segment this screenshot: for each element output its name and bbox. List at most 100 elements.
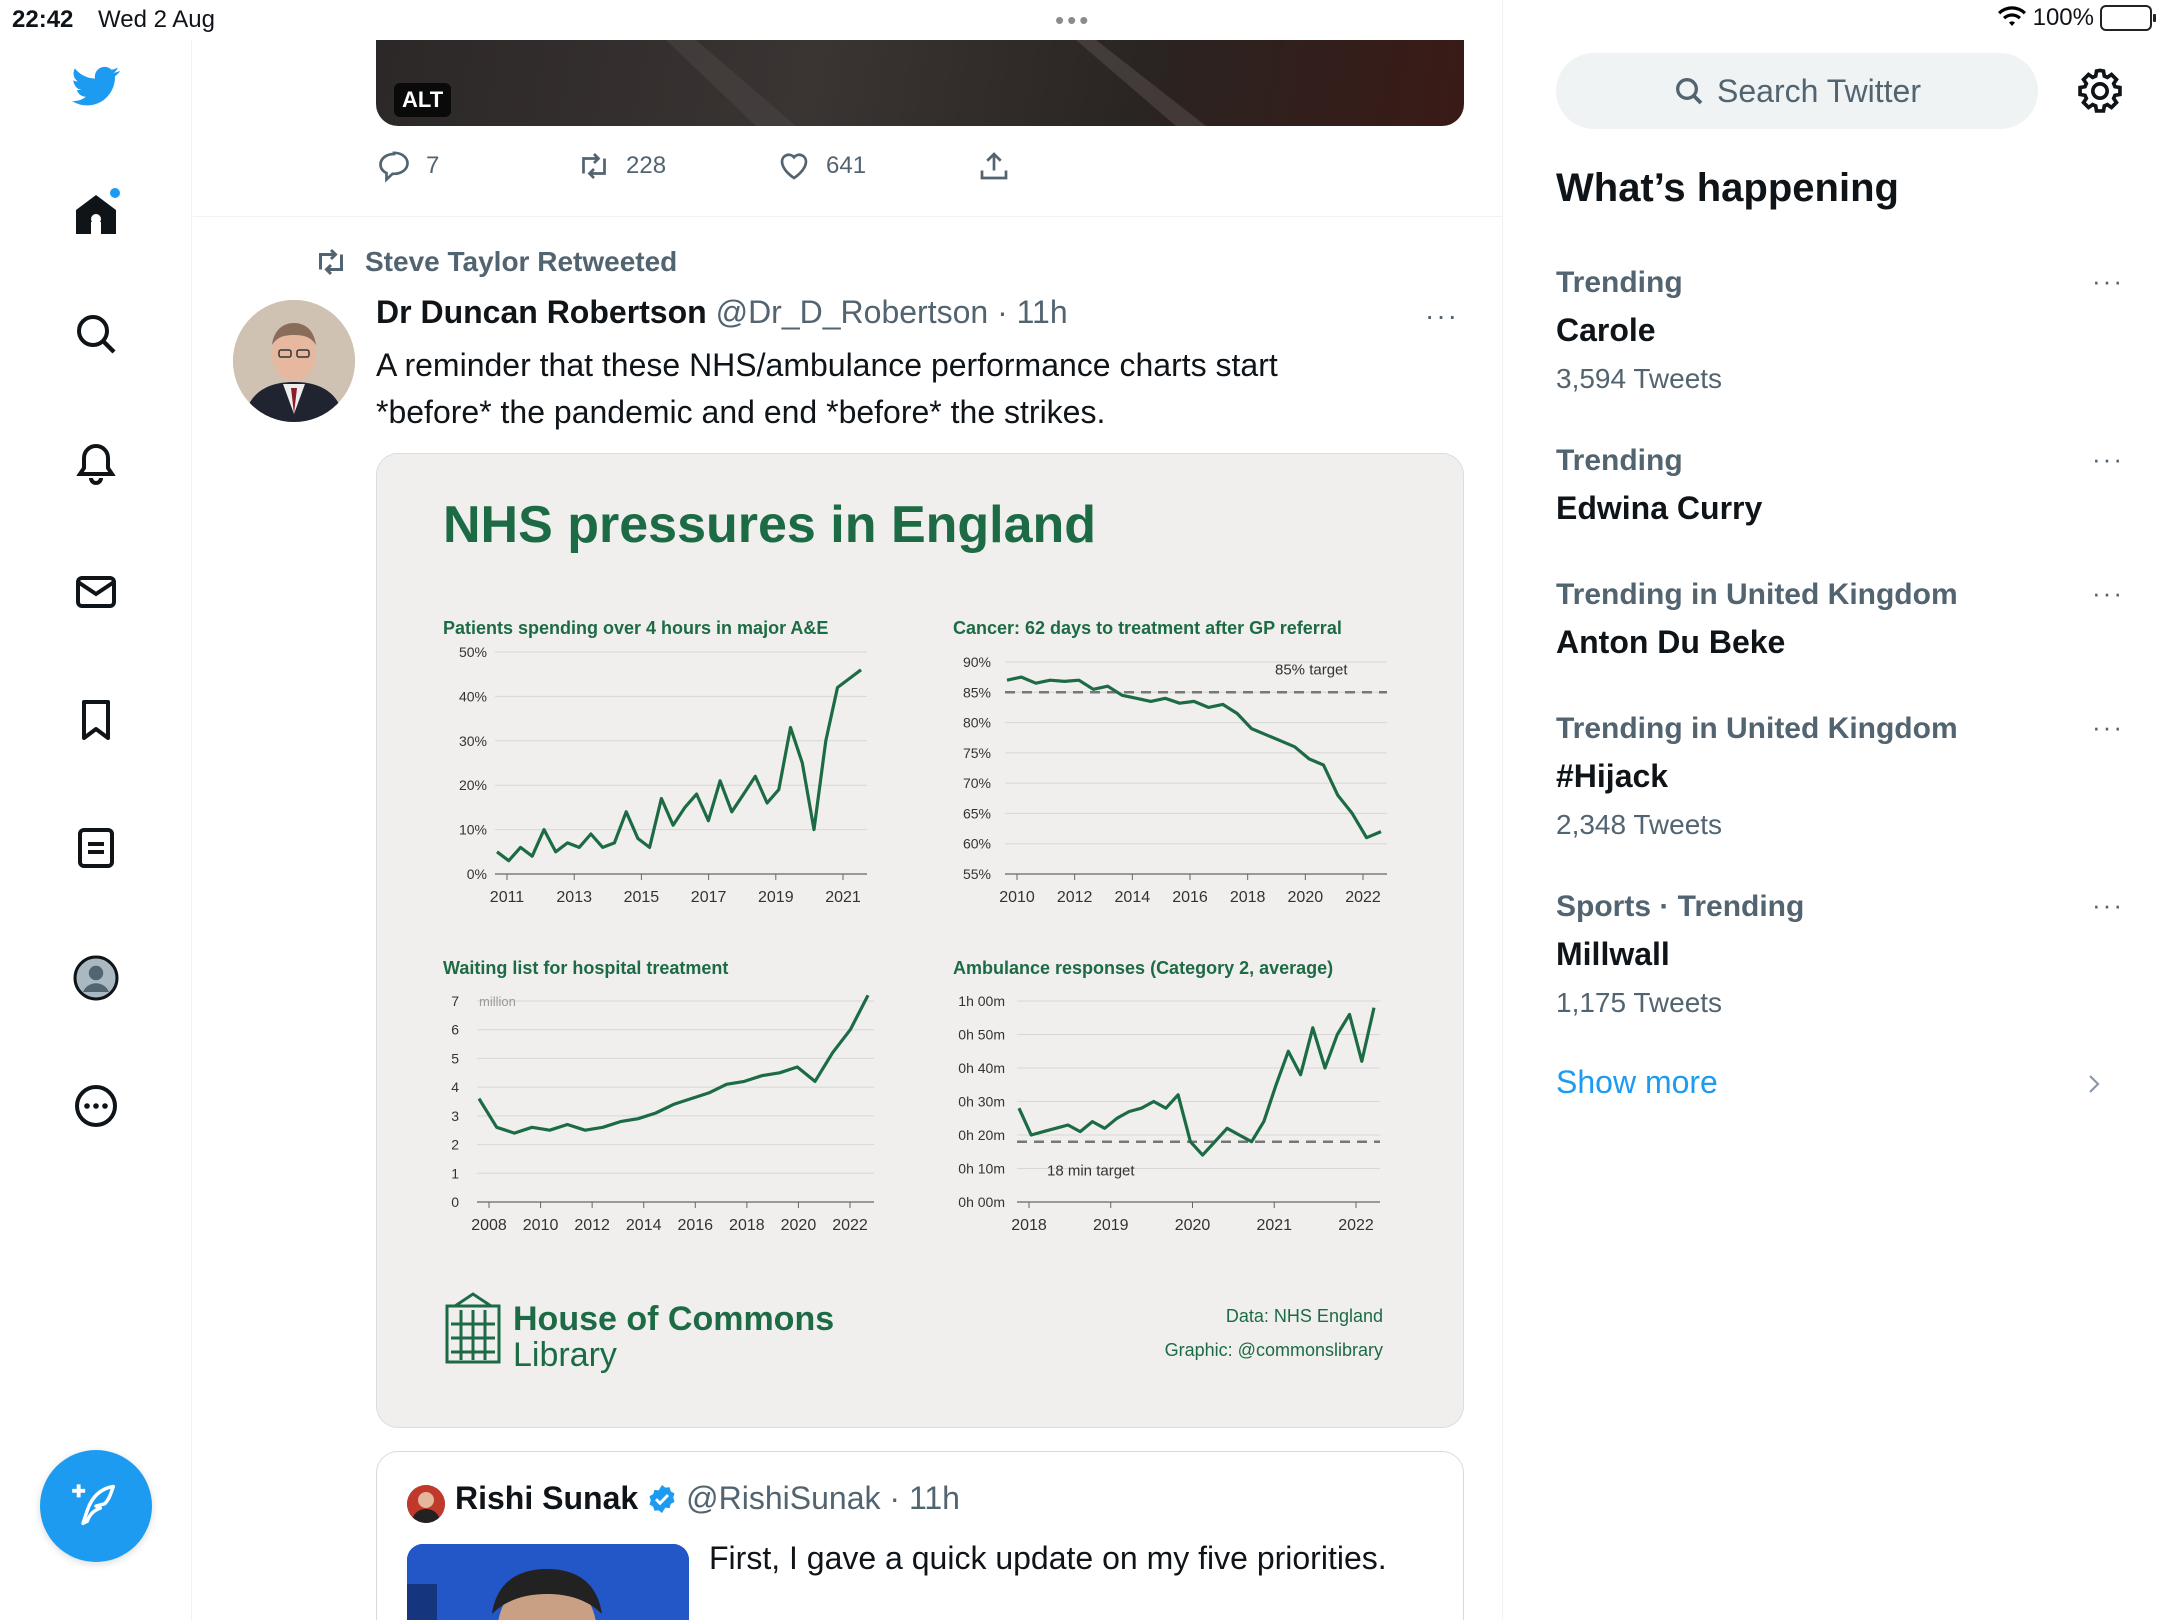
series-line bbox=[1017, 1007, 1376, 1157]
quoted-author-name[interactable]: Rishi Sunak bbox=[455, 1480, 638, 1517]
retweet-icon bbox=[582, 153, 606, 179]
y-tick-label: 30% bbox=[459, 733, 487, 749]
tweet-divider bbox=[193, 216, 1502, 217]
x-tick-label: 2016 bbox=[1172, 889, 1208, 906]
quoted-author-avatar[interactable] bbox=[407, 1485, 445, 1523]
quoted-header: Rishi Sunak @RishiSunak · 11h bbox=[455, 1480, 960, 1517]
x-tick-label: 2010 bbox=[999, 889, 1035, 906]
x-tick-label: 2018 bbox=[729, 1217, 765, 1234]
trend-category: Trending in United Kingdom bbox=[1556, 578, 1958, 611]
alt-badge[interactable]: ALT bbox=[394, 83, 452, 117]
x-tick-label: 2020 bbox=[781, 1217, 817, 1234]
tweet-text: A reminder that these NHS/ambulance perf… bbox=[376, 347, 1278, 430]
share-button[interactable] bbox=[976, 148, 1012, 184]
quoted-handle-time[interactable]: @RishiSunak · 11h bbox=[686, 1480, 960, 1517]
author-name[interactable]: Dr Duncan Robertson bbox=[376, 294, 707, 330]
previous-tweet-actions: 7 228 641 bbox=[376, 148, 1376, 188]
home-icon[interactable] bbox=[70, 188, 122, 240]
y-tick-label: 90% bbox=[963, 654, 991, 670]
profile-avatar-icon[interactable] bbox=[70, 952, 122, 1004]
y-tick-label: 0% bbox=[467, 866, 487, 882]
trend-item[interactable]: Trending in United Kingdom #Hijack 2,348… bbox=[1556, 712, 2122, 841]
trend-category: Sports · Trending bbox=[1556, 890, 1805, 923]
y-tick-label: 65% bbox=[963, 805, 991, 821]
x-tick-label: 2013 bbox=[556, 889, 592, 906]
y-tick-label: 0h 30m bbox=[958, 1094, 1005, 1110]
right-sidebar: Search Twitter What’s happening Trending… bbox=[1504, 40, 2160, 1620]
search-icon bbox=[1676, 78, 1703, 105]
left-nav bbox=[0, 40, 192, 1620]
x-tick-label: 2022 bbox=[1338, 1217, 1374, 1234]
trend-more-icon[interactable]: ··· bbox=[2092, 266, 2124, 297]
like-button[interactable]: 641 bbox=[776, 148, 866, 184]
y-tick-label: 50% bbox=[459, 644, 487, 660]
more-options-icon[interactable] bbox=[70, 1080, 122, 1132]
lists-icon[interactable] bbox=[70, 822, 122, 874]
whats-happening-heading: What’s happening bbox=[1556, 166, 1899, 210]
trend-name: Carole bbox=[1556, 312, 1656, 348]
timeline[interactable]: ALT 7 228 641 Steve Taylor Retweeted Dr … bbox=[193, 0, 1503, 1620]
explore-search-icon[interactable] bbox=[70, 308, 122, 360]
y-tick-label: 0h 00m bbox=[958, 1194, 1005, 1210]
trend-more-icon[interactable]: ··· bbox=[2092, 578, 2124, 609]
trend-count: 2,348 Tweets bbox=[1556, 809, 1723, 840]
x-tick-label: 2022 bbox=[832, 1217, 868, 1234]
y-tick-label: 0h 50m bbox=[958, 1027, 1005, 1043]
trend-count: 1,175 Tweets bbox=[1556, 987, 1723, 1018]
bookmarks-icon[interactable] bbox=[70, 694, 122, 746]
x-tick-label: 2019 bbox=[1093, 1217, 1129, 1234]
graphic-credit: Graphic: @commonslibrary bbox=[1165, 1340, 1383, 1360]
y-tick-label: 70% bbox=[963, 775, 991, 791]
x-tick-label: 2022 bbox=[1345, 889, 1381, 906]
retweeted-by[interactable]: Steve Taylor Retweeted bbox=[313, 244, 677, 280]
x-tick-label: 2012 bbox=[574, 1217, 610, 1234]
retweeted-by-label: Steve Taylor Retweeted bbox=[365, 246, 678, 277]
settings-gear-icon[interactable] bbox=[2074, 65, 2126, 117]
x-tick-label: 2019 bbox=[758, 889, 794, 906]
search-placeholder: Search Twitter bbox=[1717, 72, 1921, 109]
x-tick-label: 2016 bbox=[677, 1217, 713, 1234]
panel-title: Cancer: 62 days to treatment after GP re… bbox=[953, 618, 1342, 638]
trend-name: Millwall bbox=[1556, 936, 1670, 972]
twitter-logo-icon[interactable] bbox=[70, 60, 122, 112]
y-tick-label: 0h 10m bbox=[958, 1161, 1005, 1177]
quoted-tweet[interactable]: Rishi Sunak @RishiSunak · 11h First, I g… bbox=[376, 1451, 1464, 1620]
x-tick-label: 2021 bbox=[1256, 1217, 1292, 1234]
x-tick-label: 2012 bbox=[1057, 889, 1093, 906]
y-tick-label: 2 bbox=[451, 1137, 459, 1153]
trend-item[interactable]: Sports · Trending Millwall 1,175 Tweets … bbox=[1556, 890, 2122, 1019]
tweet-more-icon[interactable]: ··· bbox=[1425, 300, 1459, 332]
y-tick-label: 10% bbox=[459, 822, 487, 838]
trend-more-icon[interactable]: ··· bbox=[2092, 712, 2124, 743]
share-icon bbox=[980, 152, 1008, 180]
reply-icon bbox=[379, 151, 409, 183]
heart-icon bbox=[780, 153, 808, 180]
show-more-link[interactable]: Show more bbox=[1556, 1064, 1718, 1101]
y-tick-label: 75% bbox=[963, 745, 991, 761]
compose-tweet-button[interactable] bbox=[40, 1450, 152, 1562]
previous-tweet-media[interactable]: ALT bbox=[376, 40, 1464, 126]
messages-envelope-icon[interactable] bbox=[70, 566, 122, 618]
retweet-button[interactable]: 228 bbox=[576, 148, 666, 184]
trend-more-icon[interactable]: ··· bbox=[2092, 444, 2124, 475]
panel-title: Patients spending over 4 hours in major … bbox=[443, 618, 828, 638]
quoted-tweet-image[interactable] bbox=[407, 1544, 689, 1620]
trend-item[interactable]: Trending in United Kingdom Anton Du Beke… bbox=[1556, 578, 2122, 661]
author-avatar[interactable] bbox=[233, 300, 355, 422]
reply-button[interactable]: 7 bbox=[376, 148, 439, 184]
trend-more-icon[interactable]: ··· bbox=[2092, 890, 2124, 921]
trend-item[interactable]: Trending Edwina Curry ··· bbox=[1556, 444, 2122, 527]
x-tick-label: 2020 bbox=[1175, 1217, 1211, 1234]
trend-item[interactable]: Trending Carole 3,594 Tweets ··· bbox=[1556, 266, 2122, 395]
retweet-icon bbox=[319, 248, 343, 276]
tweet-image-chart[interactable]: NHS pressures in England Patients spendi… bbox=[376, 453, 1464, 1428]
x-tick-label: 2010 bbox=[523, 1217, 559, 1234]
notifications-bell-icon[interactable] bbox=[70, 438, 122, 490]
logo-line-1: House of Commons bbox=[513, 1300, 834, 1338]
author-handle-time[interactable]: @Dr_D_Robertson · 11h bbox=[716, 294, 1068, 330]
search-input[interactable]: Search Twitter bbox=[1556, 53, 2038, 129]
x-tick-label: 2020 bbox=[1288, 889, 1324, 906]
panel-title: Waiting list for hospital treatment bbox=[443, 958, 728, 978]
battery-icon bbox=[2100, 5, 2156, 31]
target-annotation: 18 min target bbox=[1047, 1163, 1135, 1180]
